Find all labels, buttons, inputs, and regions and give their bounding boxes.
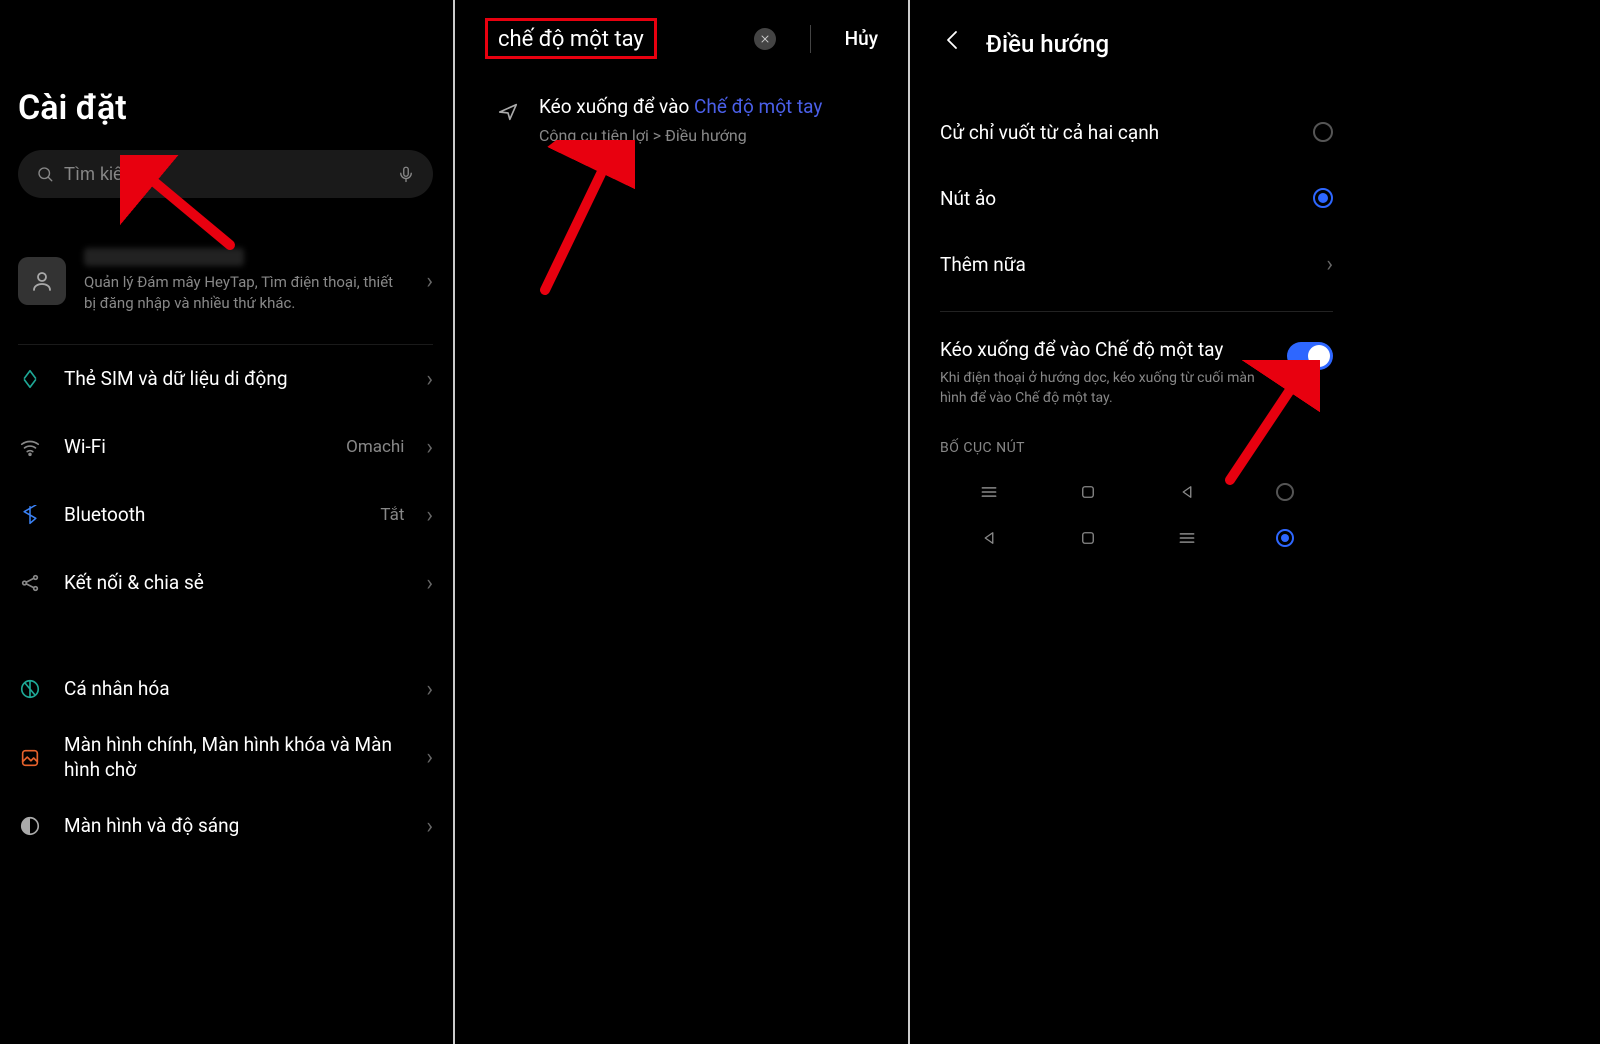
homescreen-icon [18, 746, 42, 770]
chevron-right-icon: › [426, 435, 433, 460]
header-divider [810, 25, 811, 53]
option-label: Cử chỉ vuốt từ cả hai cạnh [940, 121, 1159, 144]
list-value: Omachi [346, 437, 404, 457]
wifi-icon [18, 435, 42, 459]
more-item[interactable]: Thêm nữa › [940, 231, 1333, 297]
menu-icon [1177, 528, 1197, 548]
search-header: chế độ một tay Hủy [485, 0, 878, 59]
annotation-arrow [525, 140, 635, 300]
search-query[interactable]: chế độ một tay [485, 18, 657, 59]
chevron-right-icon: › [426, 677, 433, 702]
search-results-panel: chế độ một tay Hủy Kéo xuống để vào Chế … [455, 0, 908, 1044]
one-handed-toggle-item[interactable]: Kéo xuống để vào Chế độ một tay Khi điện… [940, 338, 1333, 408]
brightness-icon [18, 814, 42, 838]
search-result-item[interactable]: Kéo xuống để vào Chế độ một tay Công cụ … [485, 95, 878, 145]
radio-unchecked-icon[interactable] [1313, 122, 1333, 142]
result-prefix: Kéo xuống để vào [539, 95, 694, 118]
list-value: Tắt [380, 505, 404, 525]
navigation-settings-panel: Điều hướng Cử chỉ vuốt từ cả hai cạnh Nú… [910, 0, 1363, 1044]
personalize-item[interactable]: Cá nhân hóa › [18, 655, 433, 723]
page-title: Cài đặt [18, 88, 433, 128]
radio-checked-icon[interactable] [1313, 188, 1333, 208]
account-item[interactable]: Quản lý Đám mây HeyTap, Tìm điện thoại, … [18, 248, 433, 345]
list-label: Màn hình chính, Màn hình khóa và Màn hìn… [64, 733, 404, 782]
clear-search-button[interactable] [754, 28, 776, 50]
result-highlight: Chế độ một tay [694, 95, 822, 118]
list-label: Thẻ SIM và dữ liệu di động [64, 367, 404, 392]
network-section: Thẻ SIM và dữ liệu di động › Wi-Fi Omach… [18, 345, 433, 617]
toggle-title: Kéo xuống để vào Chế độ một tay [940, 338, 1269, 361]
settings-panel: Cài đặt Quản lý Đám mây HeyTap, Tìm điện… [0, 0, 453, 1044]
sim-icon [18, 367, 42, 391]
section-header: BỐ CỤC NÚT [940, 440, 1333, 456]
personalize-icon [18, 677, 42, 701]
toggle-description: Khi điện thoại ở hướng dọc, kéo xuống từ… [940, 369, 1269, 408]
sim-item[interactable]: Thẻ SIM và dữ liệu di động › [18, 345, 433, 413]
radio-unchecked-icon[interactable] [1276, 483, 1294, 501]
navigation-icon [497, 101, 519, 127]
search-input[interactable] [64, 164, 387, 185]
buttons-option[interactable]: Nút ảo [940, 165, 1333, 231]
more-label: Thêm nữa [940, 253, 1026, 276]
list-label: Màn hình và độ sáng [64, 814, 404, 839]
gesture-option[interactable]: Cử chỉ vuốt từ cả hai cạnh [940, 99, 1333, 165]
wifi-item[interactable]: Wi-Fi Omachi › [18, 413, 433, 481]
page-title: Điều hướng [986, 30, 1109, 58]
square-icon [1078, 528, 1098, 548]
account-name-redacted [84, 248, 244, 266]
option-label: Nút ảo [940, 187, 996, 210]
chevron-right-icon: › [426, 571, 433, 596]
account-subtitle: Quản lý Đám mây HeyTap, Tìm điện thoại, … [84, 272, 408, 314]
result-breadcrumb: Công cụ tiện lợi > Điều hướng [539, 126, 822, 145]
triangle-back-icon [979, 528, 999, 548]
list-label: Wi-Fi [64, 435, 324, 460]
bluetooth-icon [18, 503, 42, 527]
search-icon [36, 165, 54, 183]
radio-checked-icon[interactable] [1276, 529, 1294, 547]
connection-share-item[interactable]: Kết nối & chia sẻ › [18, 549, 433, 617]
panel-header: Điều hướng [940, 0, 1333, 59]
toggle-switch-on[interactable] [1287, 342, 1333, 370]
chevron-right-icon: › [426, 269, 433, 294]
personalize-section: Cá nhân hóa › Màn hình chính, Màn hình k… [18, 655, 433, 860]
chevron-right-icon: › [426, 814, 433, 839]
share-icon [18, 571, 42, 595]
section-divider [940, 311, 1333, 312]
list-label: Cá nhân hóa [64, 677, 404, 702]
display-item[interactable]: Màn hình và độ sáng › [18, 792, 433, 860]
result-title: Kéo xuống để vào Chế độ một tay [539, 95, 822, 118]
search-input-container[interactable] [18, 150, 433, 198]
list-label: Kết nối & chia sẻ [64, 571, 404, 596]
triangle-back-icon [1177, 482, 1197, 502]
microphone-icon[interactable] [397, 165, 415, 183]
back-button[interactable] [940, 28, 964, 59]
button-layout-option-2[interactable] [940, 520, 1333, 566]
cancel-button[interactable]: Hủy [845, 27, 878, 50]
account-text: Quản lý Đám mây HeyTap, Tìm điện thoại, … [84, 248, 408, 314]
button-layout-option-1[interactable] [940, 474, 1333, 520]
chevron-right-icon: › [426, 745, 433, 770]
menu-icon [979, 482, 999, 502]
bluetooth-item[interactable]: Bluetooth Tắt › [18, 481, 433, 549]
square-icon [1078, 482, 1098, 502]
chevron-right-icon: › [1326, 252, 1333, 277]
homescreen-item[interactable]: Màn hình chính, Màn hình khóa và Màn hìn… [18, 723, 433, 792]
chevron-right-icon: › [426, 367, 433, 392]
chevron-right-icon: › [426, 503, 433, 528]
list-label: Bluetooth [64, 503, 358, 528]
avatar [18, 257, 66, 305]
